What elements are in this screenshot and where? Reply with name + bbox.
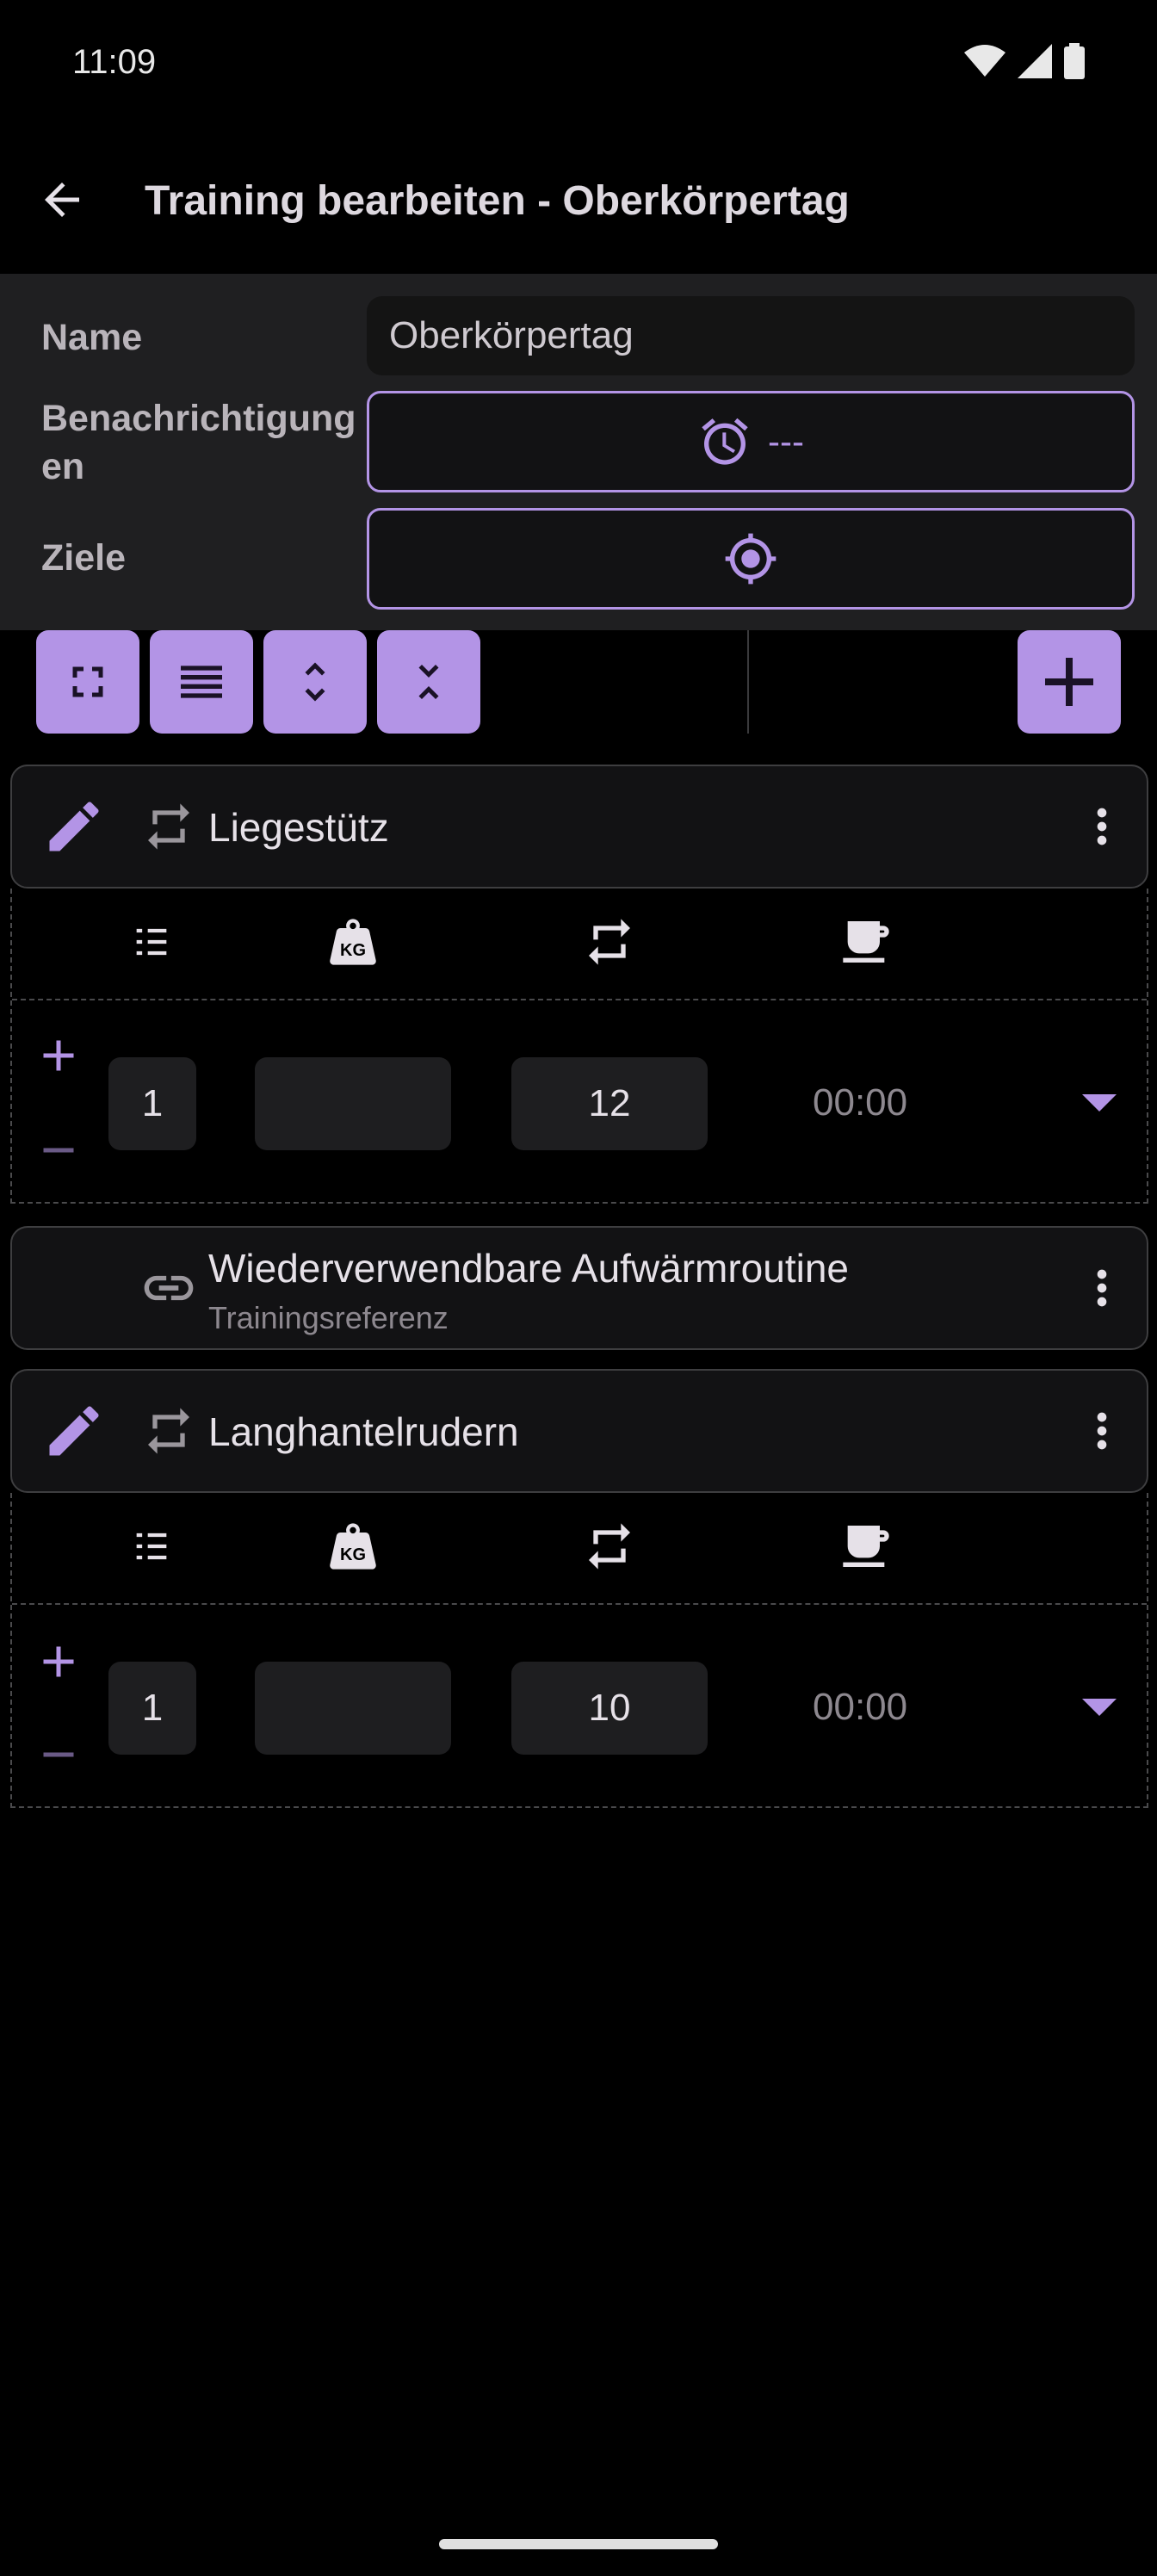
coffee-icon xyxy=(843,1526,889,1567)
minus-icon xyxy=(43,1752,74,1757)
add-set-button[interactable] xyxy=(33,1030,84,1081)
notifications-value: --- xyxy=(768,421,804,461)
plus-icon xyxy=(1045,658,1093,706)
page-title: Training bearbeiten - Oberkörpertag xyxy=(145,178,850,224)
repeat-icon xyxy=(148,803,189,850)
more-options-button[interactable] xyxy=(1067,1396,1136,1465)
repeat-icon xyxy=(148,1408,189,1454)
battery-icon xyxy=(1064,43,1085,79)
plus-icon xyxy=(43,1040,74,1071)
exercise-title: Langhantelrudern xyxy=(208,1409,519,1454)
expand-icon xyxy=(305,662,325,702)
more-options-button[interactable] xyxy=(1067,792,1136,861)
status-icons xyxy=(964,43,1085,79)
weight-column-header: KG xyxy=(319,907,387,976)
workout-reference-card[interactable]: Wiederverwendbare Aufwärmroutine Trainin… xyxy=(10,1226,1148,1350)
set-number-field[interactable]: 1 xyxy=(108,1057,196,1150)
home-indicator[interactable] xyxy=(439,2539,718,2549)
remove-set-button[interactable] xyxy=(33,1124,84,1176)
sets-header-divider xyxy=(12,1603,1147,1605)
more-vert-icon xyxy=(1097,1269,1107,1307)
more-options-button[interactable] xyxy=(1067,1254,1136,1322)
reps-column-header xyxy=(575,907,644,976)
rest-time[interactable]: 00:00 xyxy=(813,1686,907,1729)
weight-input[interactable] xyxy=(255,1662,451,1755)
weight-input[interactable] xyxy=(255,1057,451,1150)
toolbar-divider xyxy=(747,630,749,734)
alarm-icon xyxy=(702,418,748,465)
collapse-icon xyxy=(418,665,439,699)
rest-column-header xyxy=(832,1512,900,1581)
set-number-column-header xyxy=(117,907,186,976)
repeat-icon xyxy=(589,919,630,965)
collapse-all-button[interactable] xyxy=(377,630,480,734)
svg-text:KG: KG xyxy=(340,941,366,960)
edit-button[interactable] xyxy=(40,792,108,861)
weight-column-header: KG xyxy=(319,1512,387,1581)
svg-text:KG: KG xyxy=(340,1545,366,1564)
list-icon xyxy=(181,666,222,698)
numbered-list-icon xyxy=(136,928,167,956)
name-input[interactable]: Oberkörpertag xyxy=(367,296,1135,375)
goals-label: Ziele xyxy=(41,537,126,579)
set-options-dropdown[interactable] xyxy=(1078,1694,1121,1720)
more-vert-icon xyxy=(1097,1412,1107,1450)
numbered-list-icon xyxy=(136,1533,167,1560)
set-number-field[interactable]: 1 xyxy=(108,1662,196,1755)
fullscreen-icon xyxy=(72,666,103,697)
repeat-button[interactable] xyxy=(134,792,203,861)
kg-weight-icon: KG xyxy=(330,919,376,965)
set-options-dropdown[interactable] xyxy=(1078,1090,1121,1116)
add-exercise-button[interactable] xyxy=(1018,630,1121,734)
edit-icon xyxy=(49,1406,99,1456)
dropdown-arrow-icon xyxy=(1082,1699,1117,1716)
expand-all-button[interactable] xyxy=(263,630,367,734)
plus-icon xyxy=(43,1646,74,1677)
rest-column-header xyxy=(832,907,900,976)
rest-time[interactable]: 00:00 xyxy=(813,1081,907,1124)
more-vert-icon xyxy=(1097,808,1107,845)
target-icon xyxy=(725,533,776,585)
notifications-label: Benachrichtigungen xyxy=(41,398,356,487)
goals-button[interactable] xyxy=(367,508,1135,610)
reference-subtitle: Trainingsreferenz xyxy=(208,1300,449,1335)
reference-title: Wiederverwendbare Aufwärmroutine xyxy=(208,1246,850,1291)
wifi-icon xyxy=(964,45,1005,77)
set-number-column-header xyxy=(117,1512,186,1581)
exercise-title: Liegestütz xyxy=(208,805,389,850)
kg-weight-icon: KG xyxy=(330,1523,376,1570)
reps-input[interactable]: 12 xyxy=(511,1057,708,1150)
link-button[interactable] xyxy=(134,1254,203,1322)
minus-icon xyxy=(43,1148,74,1153)
link-icon xyxy=(144,1275,194,1301)
edit-icon xyxy=(49,802,99,851)
repeat-icon xyxy=(589,1523,630,1570)
fullscreen-button[interactable] xyxy=(36,630,139,734)
signal-icon xyxy=(1018,44,1052,78)
list-view-button[interactable] xyxy=(150,630,253,734)
reps-column-header xyxy=(575,1512,644,1581)
edit-button[interactable] xyxy=(40,1396,108,1465)
reps-input[interactable]: 10 xyxy=(511,1662,708,1755)
coffee-icon xyxy=(843,921,889,963)
notifications-button[interactable]: --- xyxy=(367,391,1135,492)
exercise-card[interactable]: Langhantelrudern xyxy=(10,1369,1148,1493)
sets-header-divider xyxy=(12,999,1147,1000)
repeat-button[interactable] xyxy=(134,1396,203,1465)
add-set-button[interactable] xyxy=(33,1636,84,1687)
exercise-card[interactable]: Liegestütz xyxy=(10,765,1148,889)
remove-set-button[interactable] xyxy=(33,1729,84,1780)
back-button[interactable] xyxy=(31,169,93,231)
name-label: Name xyxy=(41,317,143,358)
status-time: 11:09 xyxy=(72,43,157,81)
back-arrow-icon xyxy=(45,183,79,217)
dropdown-arrow-icon xyxy=(1082,1094,1117,1112)
